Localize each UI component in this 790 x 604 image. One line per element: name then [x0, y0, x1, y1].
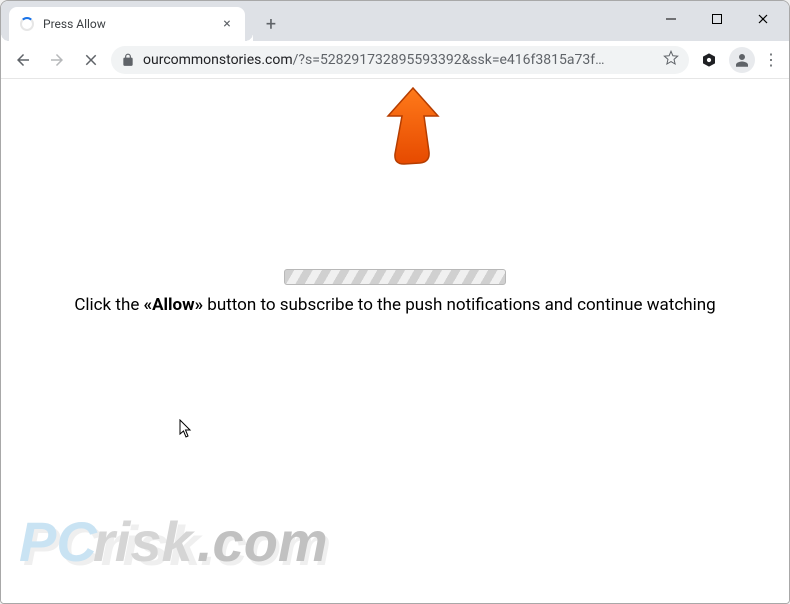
browser-tab[interactable]: Press Allow × — [9, 7, 245, 41]
browser-window: Press Allow × + ourcommonstories.com/?s=… — [0, 0, 790, 604]
svg-text:.com: .com — [197, 510, 328, 573]
bookmark-star-icon[interactable] — [663, 50, 679, 70]
url-text: ourcommonstories.com/?s=5282917328955933… — [143, 52, 655, 68]
svg-text:PCrisk.com: PCrisk.com — [23, 514, 331, 577]
profile-avatar[interactable] — [729, 47, 755, 73]
lock-icon — [121, 53, 135, 67]
stop-loading-button[interactable] — [77, 46, 105, 74]
more-menu-button[interactable]: ⋮ — [761, 46, 781, 74]
minimize-button[interactable] — [648, 4, 694, 34]
mouse-cursor-icon — [179, 419, 195, 439]
forward-button[interactable] — [43, 46, 71, 74]
tab-loading-spinner — [19, 16, 35, 32]
back-button[interactable] — [9, 46, 37, 74]
tab-close-button[interactable]: × — [219, 16, 235, 32]
toolbar: ourcommonstories.com/?s=5282917328955933… — [1, 41, 789, 79]
close-window-button[interactable] — [740, 4, 786, 34]
svg-text:risk: risk — [93, 510, 195, 573]
maximize-button[interactable] — [694, 4, 740, 34]
window-controls — [648, 4, 786, 34]
page-content: Click the «Allow» button to subscribe to… — [1, 79, 789, 603]
tab-title: Press Allow — [43, 17, 211, 31]
instruction-text: Click the «Allow» button to subscribe to… — [54, 295, 735, 315]
svg-text:PC: PC — [19, 510, 98, 573]
watermark-logo: PCrisk.com PC risk .com — [19, 507, 349, 585]
new-tab-button[interactable]: + — [257, 10, 285, 38]
omnibox[interactable]: ourcommonstories.com/?s=5282917328955933… — [111, 46, 689, 74]
fake-progress-bar — [284, 269, 506, 285]
extension-badge[interactable] — [695, 46, 723, 74]
